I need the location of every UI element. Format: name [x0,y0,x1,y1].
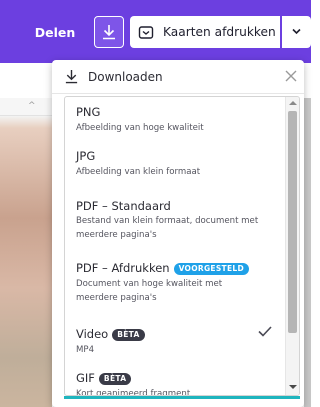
panel-header: Downloaden [52,60,304,94]
download-icon [65,69,78,84]
format-option-video[interactable]: Video BÈTA MP4 [65,313,283,355]
beta-badge: BÈTA [112,329,145,341]
format-description: Kort geanimeerd fragment [76,389,191,396]
chevron-down-icon [292,28,301,35]
close-icon[interactable] [284,69,298,83]
scrollbar[interactable] [285,97,299,395]
scroll-up-arrow-icon[interactable] [289,100,297,106]
top-toolbar: Delen Kaarten afdrukken [0,0,311,63]
canvas-background: ^ [0,98,52,407]
chevron-up-icon: ^ [28,101,36,111]
print-cards-label: Kaarten afdrukken [163,25,276,39]
format-title-text: Video [76,327,109,341]
format-option-jpg[interactable]: JPG Afbeelding van klein formaat [65,137,283,179]
format-title: PDF – Standaard [76,199,171,213]
format-title: Video BÈTA [76,327,145,341]
format-description: Bestand van klein formaat, document met … [76,216,259,240]
print-icon [138,26,154,39]
format-list: PNG Afbeelding van hoge kwaliteit JPG Af… [64,96,300,396]
beta-badge: BÈTA [98,373,132,385]
format-title: PNG [76,105,101,119]
format-option-png[interactable]: PNG Afbeelding van hoge kwaliteit [65,97,283,137]
download-icon [103,25,115,40]
format-description: Document van hoge kwaliteit met meerdere… [76,279,223,303]
print-cards-button[interactable]: Kaarten afdrukken [130,16,280,48]
format-title-text: PDF – Afdrukken [76,261,170,275]
download-button[interactable] [94,16,124,48]
panel-title: Downloaden [88,70,163,84]
scrollbar-thumb[interactable] [288,111,297,333]
format-title: PDF – Afdrukken VOORGESTELD [76,261,249,275]
print-options-dropdown[interactable] [282,16,311,48]
download-button-edge[interactable] [64,396,300,399]
format-option-pdf-standard[interactable]: PDF – Standaard Bestand van klein formaa… [65,179,283,240]
format-description: Afbeelding van klein formaat [76,167,201,177]
format-title: JPG [76,149,96,163]
scroll-down-arrow-icon[interactable] [289,384,297,390]
canvas-ruler: ^ [0,98,52,116]
canvas-background-right [304,98,311,407]
format-title: GIF BÈTA [76,371,132,385]
recommended-badge: VOORGESTELD [173,263,249,275]
format-title-text: GIF [76,371,95,385]
download-panel: Downloaden PNG Afbeelding van hoge kwali… [52,60,304,407]
share-button[interactable]: Delen [22,17,88,49]
format-option-pdf-print[interactable]: PDF – Afdrukken VOORGESTELD Document van … [65,239,283,313]
format-description: Afbeelding van hoge kwaliteit [76,123,204,133]
format-option-gif[interactable]: GIF BÈTA Kort geanimeerd fragment [65,353,283,396]
